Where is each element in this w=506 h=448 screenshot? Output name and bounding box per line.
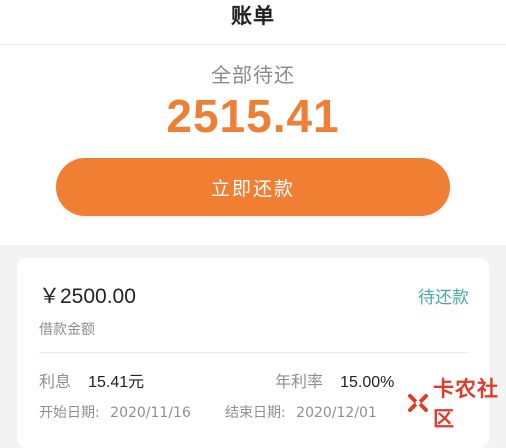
page-title: 账单 xyxy=(231,4,275,28)
top-header: 账单 xyxy=(0,0,506,45)
watermark-logo-icon xyxy=(407,392,429,414)
principal-amount: ￥2500.00 xyxy=(39,285,136,308)
interest-value: 15.41元 xyxy=(88,374,145,391)
total-due-label: 全部待还 xyxy=(211,63,295,87)
end-date: 结束日期: 2020/12/01 xyxy=(225,402,377,422)
start-date: 开始日期: 2020/11/16 xyxy=(39,402,191,422)
rate-value: 15.00% xyxy=(340,374,395,391)
divider xyxy=(39,352,469,353)
start-date-value: 2020/11/16 xyxy=(110,405,191,421)
rate-row: 年利率 15.00% xyxy=(275,368,394,392)
start-date-label: 开始日期: xyxy=(39,405,100,421)
watermark: 卡农社区 xyxy=(407,373,506,433)
watermark-text: 卡农社区 xyxy=(433,377,499,431)
rate-label: 年利率 xyxy=(275,372,324,391)
total-due-amount: 2515.41 xyxy=(166,90,340,142)
status-badge: 待还款 xyxy=(418,288,469,308)
interest-row: 利息 15.41元 xyxy=(39,368,144,392)
summary-panel: 全部待还 2515.41 立即还款 xyxy=(0,45,506,245)
end-date-value: 2020/12/01 xyxy=(296,405,377,421)
principal-label: 借款金额 xyxy=(39,322,95,338)
end-date-label: 结束日期: xyxy=(225,405,286,421)
repay-now-button[interactable]: 立即还款 xyxy=(56,158,450,216)
interest-label: 利息 xyxy=(39,372,72,391)
